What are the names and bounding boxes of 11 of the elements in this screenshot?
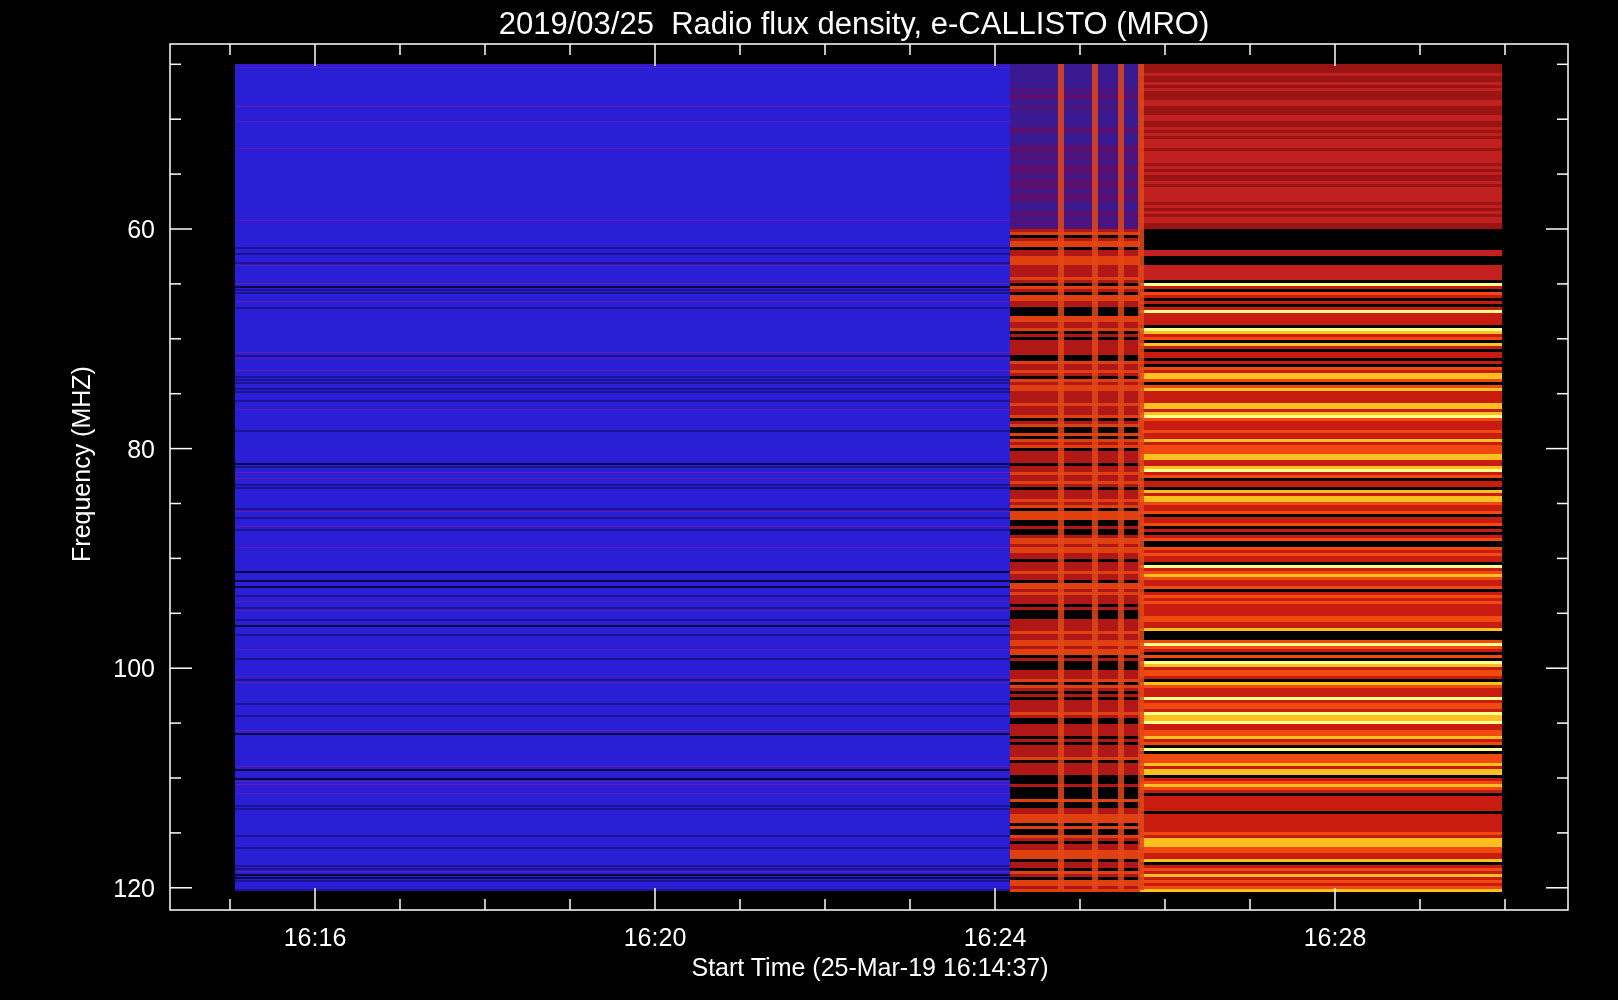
y-axis-label: Frequency (MHZ): [67, 366, 95, 562]
x-tick-label: 16:28: [1303, 923, 1367, 951]
y-tick-label: 120: [113, 873, 155, 902]
x-tick-label: 16:16: [283, 923, 347, 951]
x-axis-label: Start Time (25-Mar-19 16:14:37): [691, 953, 1049, 981]
y-tick-label: 80: [127, 434, 155, 463]
y-tick-label: 60: [127, 215, 155, 243]
y-tick-label: 100: [113, 654, 155, 683]
x-tick-label: 16:24: [963, 923, 1027, 951]
x-tick-label: 16:20: [623, 923, 687, 951]
plot-title: 2019/03/25 Radio flux density, e-CALLISTO (MRO): [497, 5, 1210, 43]
